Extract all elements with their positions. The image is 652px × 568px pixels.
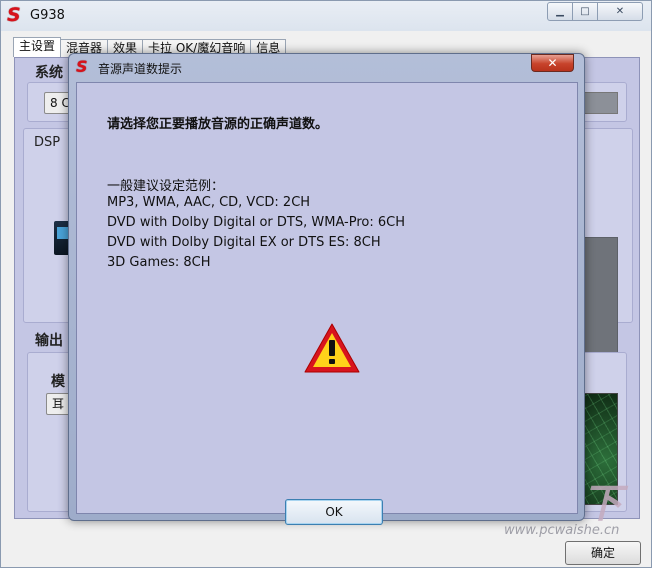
- dsp-group-title: DSP: [34, 135, 61, 150]
- dialog-titlebar[interactable]: S 音源声道数提示 ✕: [69, 54, 584, 81]
- output-group-title: 输出: [35, 333, 63, 349]
- system-group-title: 系统: [35, 65, 63, 81]
- tab-main-settings[interactable]: 主设置: [13, 37, 62, 57]
- dialog-close-button[interactable]: ✕: [531, 54, 574, 72]
- dialog-logo: S: [76, 57, 88, 76]
- watermark-url: www.pcwaishe.cn: [504, 523, 620, 538]
- window-controls: ▁ □ ✕: [547, 2, 643, 21]
- dialog-body: 请选择您正要播放音源的正确声道数。 一般建议设定范例： MP3, WMA, AA…: [76, 82, 578, 525]
- example-line: DVD with Dolby Digital EX or DTS ES: 8CH: [107, 235, 381, 250]
- maximize-button[interactable]: □: [573, 2, 598, 21]
- window-title: G938: [30, 8, 65, 23]
- main-titlebar[interactable]: S G938 ▁ □ ✕: [1, 1, 651, 31]
- close-button[interactable]: ✕: [598, 2, 643, 21]
- app-logo: S: [7, 4, 21, 26]
- dsp-visual: [582, 237, 618, 357]
- mode-label: 模: [51, 374, 65, 390]
- dialog-title: 音源声道数提示: [98, 62, 183, 76]
- ok-button[interactable]: OK: [285, 499, 383, 525]
- minimize-button[interactable]: ▁: [547, 2, 573, 21]
- example-heading: 一般建议设定范例：: [107, 179, 225, 194]
- example-line: 3D Games: 8CH: [107, 255, 211, 270]
- channel-prompt-dialog: S 音源声道数提示 ✕ 请选择您正要播放音源的正确声道数。 一般建议设定范例： …: [68, 53, 585, 525]
- dialog-prompt: 请选择您正要播放音源的正确声道数。: [107, 117, 329, 132]
- example-line: DVD with Dolby Digital or DTS, WMA-Pro: …: [107, 215, 406, 230]
- example-line: MP3, WMA, AAC, CD, VCD: 2CH: [107, 195, 311, 210]
- warning-icon: [304, 323, 360, 373]
- confirm-button[interactable]: 确定: [565, 541, 641, 565]
